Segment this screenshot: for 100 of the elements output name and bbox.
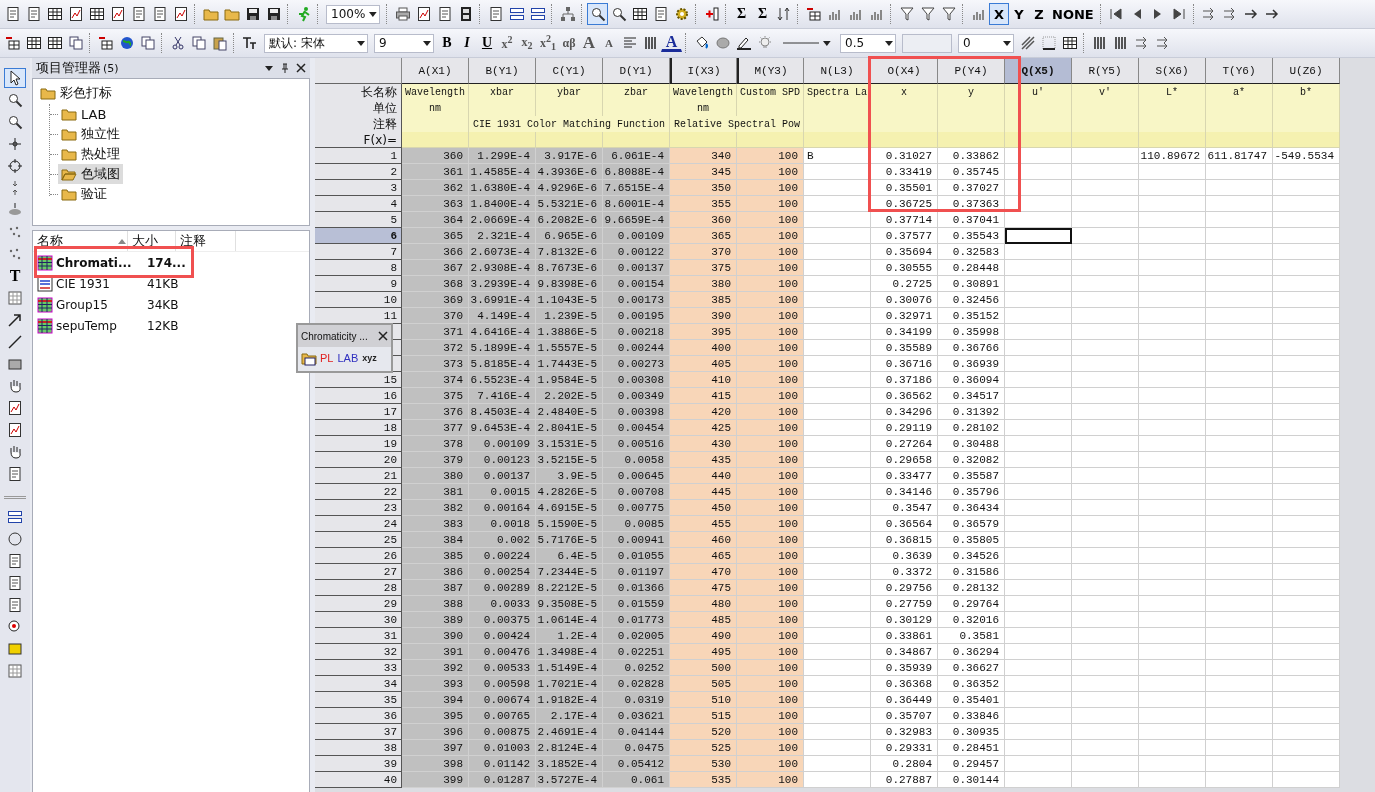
- tree-item[interactable]: LAB: [58, 104, 110, 124]
- row-header[interactable]: 24: [315, 516, 402, 532]
- file-name[interactable]: Chromati...: [56, 255, 136, 270]
- table-cell: 0.36352: [938, 676, 1005, 692]
- row-header[interactable]: 20: [315, 452, 402, 468]
- table-cell: 6.2082E-6: [536, 212, 603, 228]
- tree-item[interactable]: 独立性: [58, 124, 123, 144]
- column-header[interactable]: R(Y5): [1072, 58, 1139, 84]
- row-header[interactable]: 16: [315, 388, 402, 404]
- column-header[interactable]: A(X1): [402, 58, 469, 84]
- list-column-header[interactable]: 大小: [128, 231, 176, 251]
- row-header[interactable]: 23: [315, 500, 402, 516]
- tree-item[interactable]: 验证: [58, 184, 110, 204]
- format-button[interactable]: A: [599, 32, 619, 54]
- table-cell: 100: [737, 356, 804, 372]
- table-cell: 363: [402, 196, 469, 212]
- column-header[interactable]: U(Z6): [1273, 58, 1340, 84]
- column-header[interactable]: C(Y1): [536, 58, 603, 84]
- file-size: 174...: [147, 255, 186, 270]
- statistics-button[interactable]: Σ: [731, 3, 752, 25]
- table-cell: 0.02251: [603, 644, 670, 660]
- table-cell: 379: [402, 452, 469, 468]
- row-header[interactable]: 9: [315, 276, 402, 292]
- format-button[interactable]: x$^{2}$: [497, 32, 517, 54]
- table-cell: 0.36094: [938, 372, 1005, 388]
- file-name[interactable]: CIE 1931: [56, 276, 136, 291]
- column-header[interactable]: D(Y1): [603, 58, 670, 84]
- row-header[interactable]: 5: [315, 212, 402, 228]
- column-header[interactable]: B(Y1): [469, 58, 536, 84]
- row-header[interactable]: 30: [315, 612, 402, 628]
- column-header[interactable]: M(Y3): [737, 58, 804, 84]
- row-header[interactable]: 6: [315, 228, 402, 244]
- row-header[interactable]: 29: [315, 596, 402, 612]
- row-header[interactable]: 7: [315, 244, 402, 260]
- row-header[interactable]: 31: [315, 628, 402, 644]
- zoom-combo[interactable]: 100%: [326, 4, 380, 24]
- row-header[interactable]: 40: [315, 772, 402, 788]
- row-header[interactable]: 34: [315, 676, 402, 692]
- row-header[interactable]: 32: [315, 644, 402, 660]
- format-button[interactable]: x$_{2}$: [517, 32, 537, 54]
- mask-button[interactable]: Y: [1009, 3, 1029, 25]
- row-header[interactable]: 8: [315, 260, 402, 276]
- font-size-combo[interactable]: 9: [374, 33, 434, 53]
- format-button[interactable]: αβ: [559, 32, 579, 54]
- tree-item[interactable]: 彩色打标: [37, 83, 115, 103]
- column-header[interactable]: Q(X5): [1005, 58, 1072, 84]
- table-cell: 0.00476: [469, 644, 536, 660]
- table-cell: 0.00645: [603, 468, 670, 484]
- row-header[interactable]: 17: [315, 404, 402, 420]
- row-header[interactable]: 21: [315, 468, 402, 484]
- table-cell: 355: [670, 196, 737, 212]
- column-header[interactable]: N(L3): [804, 58, 871, 84]
- column-header[interactable]: S(X6): [1139, 58, 1206, 84]
- row-header[interactable]: 22: [315, 484, 402, 500]
- row-header[interactable]: 11: [315, 308, 402, 324]
- mask-button[interactable]: NONE: [1049, 3, 1097, 25]
- column-header[interactable]: O(X4): [871, 58, 938, 84]
- statistics-button[interactable]: Σ: [752, 3, 773, 25]
- row-header[interactable]: 2: [315, 164, 402, 180]
- row-header[interactable]: 38: [315, 740, 402, 756]
- format-button[interactable]: B: [437, 32, 457, 54]
- format-button[interactable]: U: [477, 32, 497, 54]
- row-header[interactable]: 3: [315, 180, 402, 196]
- mask-button[interactable]: X: [989, 3, 1009, 25]
- chromaticity-button[interactable]: xyz: [361, 353, 378, 363]
- tree-item[interactable]: 热处理: [58, 144, 123, 164]
- column-header[interactable]: I(X3): [670, 58, 737, 84]
- row-header[interactable]: 25: [315, 532, 402, 548]
- column-header[interactable]: T(Y6): [1206, 58, 1273, 84]
- tree-item[interactable]: 色域图: [58, 164, 123, 184]
- row-header[interactable]: 37: [315, 724, 402, 740]
- font-color-button[interactable]: A: [661, 34, 682, 52]
- text-tool-button[interactable]: T: [4, 266, 26, 286]
- row-header[interactable]: 1: [315, 148, 402, 164]
- line-width-combo[interactable]: 0.5: [840, 33, 896, 53]
- file-name[interactable]: Group15: [56, 297, 136, 312]
- row-header[interactable]: 39: [315, 756, 402, 772]
- file-name[interactable]: sepuTemp: [56, 318, 136, 333]
- row-header[interactable]: 27: [315, 564, 402, 580]
- list-column-header[interactable]: 注释: [176, 231, 236, 251]
- row-header[interactable]: 33: [315, 660, 402, 676]
- row-header[interactable]: 36: [315, 708, 402, 724]
- format-button[interactable]: I: [457, 32, 477, 54]
- row-header[interactable]: 18: [315, 420, 402, 436]
- row-header[interactable]: 28: [315, 580, 402, 596]
- column-header[interactable]: P(Y4): [938, 58, 1005, 84]
- row-header[interactable]: 26: [315, 548, 402, 564]
- chromaticity-button[interactable]: LAB: [336, 352, 360, 364]
- table-cell: 100: [737, 628, 804, 644]
- row-header[interactable]: 10: [315, 292, 402, 308]
- font-combo[interactable]: 默认: 宋体: [264, 33, 368, 53]
- format-button[interactable]: A: [579, 32, 599, 54]
- row-header[interactable]: 4: [315, 196, 402, 212]
- chromaticity-button[interactable]: PL: [319, 352, 335, 364]
- table-cell: 340: [670, 148, 737, 164]
- value-combo[interactable]: 0: [958, 33, 1014, 53]
- row-header[interactable]: 19: [315, 436, 402, 452]
- row-header[interactable]: 35: [315, 692, 402, 708]
- mask-button[interactable]: Z: [1029, 3, 1049, 25]
- table-cell: 360: [670, 212, 737, 228]
